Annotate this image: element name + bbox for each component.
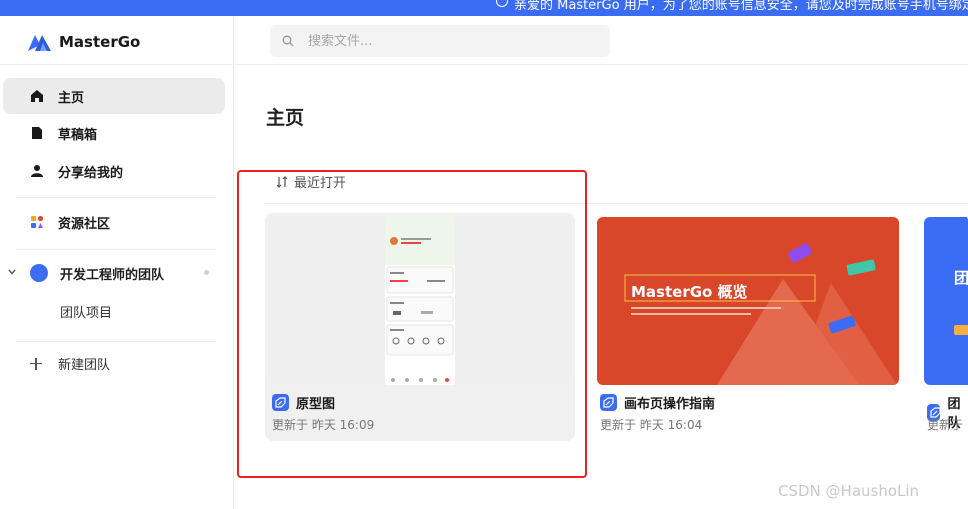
draft-icon	[32, 127, 42, 139]
design-file-icon	[272, 394, 289, 411]
file-title-row: 画布页操作指南	[600, 393, 715, 412]
search-input[interactable]	[308, 33, 588, 49]
thumbnail-title: MasterGo 概览	[631, 283, 748, 301]
prototype-preview	[385, 217, 455, 385]
sidebar-divider	[16, 197, 216, 198]
search-bar[interactable]	[270, 25, 610, 57]
sort-button[interactable]: 最近打开	[275, 172, 346, 191]
new-team-button[interactable]: 新建团队	[30, 354, 110, 373]
file-title-row: 原型图	[272, 393, 335, 412]
file-updated-time: 更新于 昨天 16:09	[272, 418, 375, 432]
sidebar-divider	[0, 64, 234, 65]
home-icon	[31, 90, 43, 102]
main-content: 主页 最近打开	[235, 16, 968, 509]
file-card[interactable]: MasterGo 概览 画布页操作指南 更新于 昨天 16:04	[593, 213, 903, 441]
app-name: MasterGo	[59, 33, 141, 51]
sort-divider	[265, 203, 968, 204]
user-icon	[31, 165, 43, 177]
sidebar-divider	[16, 249, 216, 250]
file-updated-time: 更新于 昨天 16:04	[600, 418, 703, 432]
sidebar-item-label: 主页	[58, 90, 85, 106]
file-card[interactable]: 原型图 更新于 昨天 16:09	[265, 213, 575, 441]
sort-icon	[276, 175, 288, 188]
file-title: 画布页操作指南	[624, 397, 716, 412]
page-title: 主页	[266, 107, 305, 129]
sidebar-item-team-projects[interactable]: 团队项目	[60, 302, 112, 321]
sidebar-item-drafts[interactable]: 草稿箱	[3, 115, 225, 151]
sidebar-divider	[16, 341, 216, 342]
new-team-label: 新建团队	[58, 358, 111, 373]
search-icon	[282, 35, 294, 47]
file-card[interactable]: 团队 团队 更新于	[920, 213, 968, 441]
design-file-icon	[600, 394, 617, 411]
banner-text: 亲爱的 MasterGo 用户，为了您的账号信息安全，请您及时完成账号手机号绑定	[514, 0, 968, 13]
community-icon	[31, 215, 44, 228]
header-divider	[235, 64, 968, 65]
sidebar-item-home[interactable]: 主页	[3, 78, 225, 114]
team-name: 开发工程师的团队	[60, 268, 165, 283]
team-avatar	[30, 264, 48, 282]
info-icon	[496, 0, 508, 7]
sidebar-item-label: 资源社区	[58, 216, 111, 232]
file-thumbnail: 团队	[924, 217, 968, 385]
sidebar: MasterGo 主页 草稿箱 分享给我的 资源社区 开发工程师的团队 团队项目…	[0, 16, 234, 509]
file-thumbnail: MasterGo 概览	[597, 217, 899, 385]
app-logo[interactable]: MasterGo	[26, 31, 140, 53]
mastergo-logo-icon	[28, 35, 51, 51]
chevron-down-icon[interactable]	[8, 268, 16, 276]
watermark: CSDN @HaushoLin	[778, 482, 920, 500]
sidebar-item-label: 草稿箱	[58, 127, 98, 143]
sort-label: 最近打开	[294, 176, 347, 191]
sidebar-item-shared[interactable]: 分享给我的	[3, 153, 225, 189]
file-thumbnail	[269, 217, 571, 385]
plus-icon	[30, 357, 42, 370]
thumbnail-button	[954, 325, 968, 335]
thumbnail-title: 团队	[954, 269, 968, 287]
team-more-dot[interactable]	[204, 270, 209, 275]
team-item[interactable]: 开发工程师的团队	[0, 256, 234, 290]
file-updated-time: 更新于	[927, 418, 964, 432]
notification-banner: 亲爱的 MasterGo 用户，为了您的账号信息安全，请您及时完成账号手机号绑定	[0, 0, 968, 16]
sidebar-item-label: 分享给我的	[58, 165, 124, 181]
file-title: 原型图	[296, 397, 336, 412]
sidebar-item-community[interactable]: 资源社区	[3, 204, 225, 240]
